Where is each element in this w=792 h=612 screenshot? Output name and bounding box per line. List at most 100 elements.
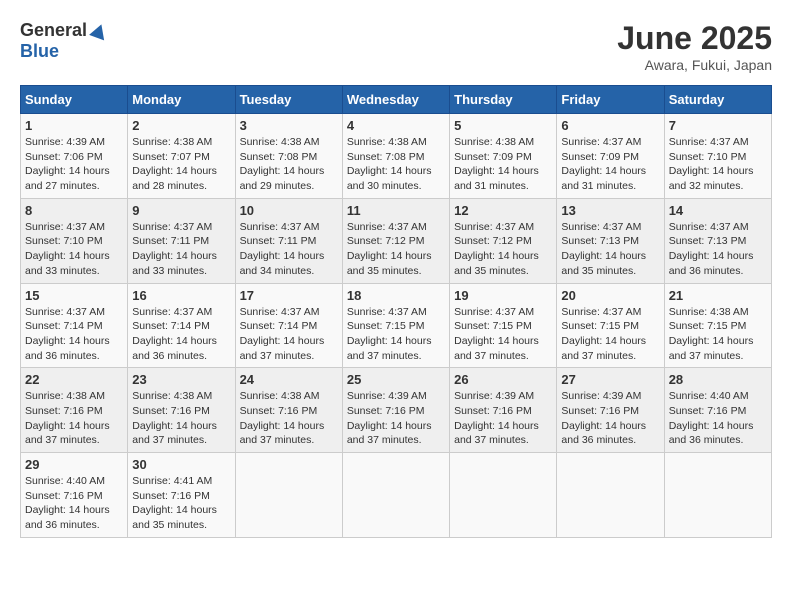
day-number: 20 xyxy=(561,288,659,303)
day-info: Sunrise: 4:37 AM Sunset: 7:10 PM Dayligh… xyxy=(25,220,123,279)
day-number: 3 xyxy=(240,118,338,133)
day-number: 19 xyxy=(454,288,552,303)
calendar-day-cell: 18 Sunrise: 4:37 AM Sunset: 7:15 PM Dayl… xyxy=(342,283,449,368)
calendar-week-row: 1 Sunrise: 4:39 AM Sunset: 7:06 PM Dayli… xyxy=(21,114,772,199)
calendar-day-cell: 26 Sunrise: 4:39 AM Sunset: 7:16 PM Dayl… xyxy=(450,368,557,453)
header-friday: Friday xyxy=(557,86,664,114)
day-info: Sunrise: 4:38 AM Sunset: 7:09 PM Dayligh… xyxy=(454,135,552,194)
calendar-day-cell: 30 Sunrise: 4:41 AM Sunset: 7:16 PM Dayl… xyxy=(128,453,235,538)
calendar-day-cell: 11 Sunrise: 4:37 AM Sunset: 7:12 PM Dayl… xyxy=(342,198,449,283)
day-number: 25 xyxy=(347,372,445,387)
day-info: Sunrise: 4:38 AM Sunset: 7:08 PM Dayligh… xyxy=(347,135,445,194)
calendar-day-cell: 23 Sunrise: 4:38 AM Sunset: 7:16 PM Dayl… xyxy=(128,368,235,453)
day-info: Sunrise: 4:37 AM Sunset: 7:14 PM Dayligh… xyxy=(25,305,123,364)
header-sunday: Sunday xyxy=(21,86,128,114)
logo: General Blue xyxy=(20,20,107,62)
calendar-day-cell: 16 Sunrise: 4:37 AM Sunset: 7:14 PM Dayl… xyxy=(128,283,235,368)
calendar-day-cell xyxy=(557,453,664,538)
logo-blue-text: Blue xyxy=(20,41,59,62)
day-info: Sunrise: 4:39 AM Sunset: 7:16 PM Dayligh… xyxy=(561,389,659,448)
day-info: Sunrise: 4:37 AM Sunset: 7:09 PM Dayligh… xyxy=(561,135,659,194)
day-number: 16 xyxy=(132,288,230,303)
day-number: 4 xyxy=(347,118,445,133)
day-number: 29 xyxy=(25,457,123,472)
calendar-day-cell: 2 Sunrise: 4:38 AM Sunset: 7:07 PM Dayli… xyxy=(128,114,235,199)
day-info: Sunrise: 4:37 AM Sunset: 7:14 PM Dayligh… xyxy=(240,305,338,364)
day-number: 8 xyxy=(25,203,123,218)
calendar-day-cell: 6 Sunrise: 4:37 AM Sunset: 7:09 PM Dayli… xyxy=(557,114,664,199)
day-info: Sunrise: 4:37 AM Sunset: 7:13 PM Dayligh… xyxy=(561,220,659,279)
calendar-day-cell: 1 Sunrise: 4:39 AM Sunset: 7:06 PM Dayli… xyxy=(21,114,128,199)
calendar-day-cell: 27 Sunrise: 4:39 AM Sunset: 7:16 PM Dayl… xyxy=(557,368,664,453)
day-info: Sunrise: 4:39 AM Sunset: 7:16 PM Dayligh… xyxy=(454,389,552,448)
calendar-day-cell: 22 Sunrise: 4:38 AM Sunset: 7:16 PM Dayl… xyxy=(21,368,128,453)
page-subtitle: Awara, Fukui, Japan xyxy=(617,57,772,73)
day-info: Sunrise: 4:37 AM Sunset: 7:15 PM Dayligh… xyxy=(347,305,445,364)
day-info: Sunrise: 4:37 AM Sunset: 7:12 PM Dayligh… xyxy=(347,220,445,279)
day-info: Sunrise: 4:37 AM Sunset: 7:12 PM Dayligh… xyxy=(454,220,552,279)
day-info: Sunrise: 4:37 AM Sunset: 7:15 PM Dayligh… xyxy=(454,305,552,364)
day-number: 24 xyxy=(240,372,338,387)
day-number: 10 xyxy=(240,203,338,218)
header-saturday: Saturday xyxy=(664,86,771,114)
day-info: Sunrise: 4:37 AM Sunset: 7:11 PM Dayligh… xyxy=(132,220,230,279)
calendar-day-cell xyxy=(450,453,557,538)
calendar-day-cell: 8 Sunrise: 4:37 AM Sunset: 7:10 PM Dayli… xyxy=(21,198,128,283)
day-number: 1 xyxy=(25,118,123,133)
day-number: 17 xyxy=(240,288,338,303)
calendar-day-cell: 5 Sunrise: 4:38 AM Sunset: 7:09 PM Dayli… xyxy=(450,114,557,199)
day-number: 9 xyxy=(132,203,230,218)
calendar-week-row: 22 Sunrise: 4:38 AM Sunset: 7:16 PM Dayl… xyxy=(21,368,772,453)
day-number: 23 xyxy=(132,372,230,387)
calendar-day-cell: 17 Sunrise: 4:37 AM Sunset: 7:14 PM Dayl… xyxy=(235,283,342,368)
calendar-day-cell xyxy=(664,453,771,538)
day-info: Sunrise: 4:38 AM Sunset: 7:16 PM Dayligh… xyxy=(240,389,338,448)
day-info: Sunrise: 4:38 AM Sunset: 7:08 PM Dayligh… xyxy=(240,135,338,194)
day-number: 28 xyxy=(669,372,767,387)
calendar-week-row: 15 Sunrise: 4:37 AM Sunset: 7:14 PM Dayl… xyxy=(21,283,772,368)
calendar-day-cell: 14 Sunrise: 4:37 AM Sunset: 7:13 PM Dayl… xyxy=(664,198,771,283)
calendar-week-row: 29 Sunrise: 4:40 AM Sunset: 7:16 PM Dayl… xyxy=(21,453,772,538)
day-number: 11 xyxy=(347,203,445,218)
calendar-day-cell: 19 Sunrise: 4:37 AM Sunset: 7:15 PM Dayl… xyxy=(450,283,557,368)
page-header: General Blue June 2025 Awara, Fukui, Jap… xyxy=(20,20,772,73)
calendar-day-cell: 10 Sunrise: 4:37 AM Sunset: 7:11 PM Dayl… xyxy=(235,198,342,283)
day-info: Sunrise: 4:38 AM Sunset: 7:16 PM Dayligh… xyxy=(25,389,123,448)
calendar-day-cell: 3 Sunrise: 4:38 AM Sunset: 7:08 PM Dayli… xyxy=(235,114,342,199)
calendar-day-cell: 25 Sunrise: 4:39 AM Sunset: 7:16 PM Dayl… xyxy=(342,368,449,453)
header-thursday: Thursday xyxy=(450,86,557,114)
day-number: 12 xyxy=(454,203,552,218)
weekday-header-row: Sunday Monday Tuesday Wednesday Thursday… xyxy=(21,86,772,114)
day-info: Sunrise: 4:38 AM Sunset: 7:07 PM Dayligh… xyxy=(132,135,230,194)
logo-general-text: General xyxy=(20,20,87,41)
calendar-day-cell xyxy=(342,453,449,538)
day-info: Sunrise: 4:37 AM Sunset: 7:14 PM Dayligh… xyxy=(132,305,230,364)
calendar-day-cell xyxy=(235,453,342,538)
title-area: June 2025 Awara, Fukui, Japan xyxy=(617,20,772,73)
day-number: 14 xyxy=(669,203,767,218)
day-info: Sunrise: 4:37 AM Sunset: 7:11 PM Dayligh… xyxy=(240,220,338,279)
day-number: 21 xyxy=(669,288,767,303)
day-info: Sunrise: 4:38 AM Sunset: 7:15 PM Dayligh… xyxy=(669,305,767,364)
logo-triangle-icon xyxy=(89,21,109,40)
day-info: Sunrise: 4:40 AM Sunset: 7:16 PM Dayligh… xyxy=(25,474,123,533)
day-number: 18 xyxy=(347,288,445,303)
day-number: 2 xyxy=(132,118,230,133)
day-number: 7 xyxy=(669,118,767,133)
calendar-day-cell: 21 Sunrise: 4:38 AM Sunset: 7:15 PM Dayl… xyxy=(664,283,771,368)
day-number: 22 xyxy=(25,372,123,387)
day-number: 6 xyxy=(561,118,659,133)
calendar-day-cell: 20 Sunrise: 4:37 AM Sunset: 7:15 PM Dayl… xyxy=(557,283,664,368)
day-info: Sunrise: 4:40 AM Sunset: 7:16 PM Dayligh… xyxy=(669,389,767,448)
day-number: 30 xyxy=(132,457,230,472)
day-info: Sunrise: 4:37 AM Sunset: 7:15 PM Dayligh… xyxy=(561,305,659,364)
header-tuesday: Tuesday xyxy=(235,86,342,114)
page-title: June 2025 xyxy=(617,20,772,57)
calendar-week-row: 8 Sunrise: 4:37 AM Sunset: 7:10 PM Dayli… xyxy=(21,198,772,283)
day-info: Sunrise: 4:37 AM Sunset: 7:10 PM Dayligh… xyxy=(669,135,767,194)
day-info: Sunrise: 4:41 AM Sunset: 7:16 PM Dayligh… xyxy=(132,474,230,533)
calendar-day-cell: 28 Sunrise: 4:40 AM Sunset: 7:16 PM Dayl… xyxy=(664,368,771,453)
day-info: Sunrise: 4:39 AM Sunset: 7:06 PM Dayligh… xyxy=(25,135,123,194)
calendar-day-cell: 9 Sunrise: 4:37 AM Sunset: 7:11 PM Dayli… xyxy=(128,198,235,283)
calendar-table: Sunday Monday Tuesday Wednesday Thursday… xyxy=(20,85,772,538)
